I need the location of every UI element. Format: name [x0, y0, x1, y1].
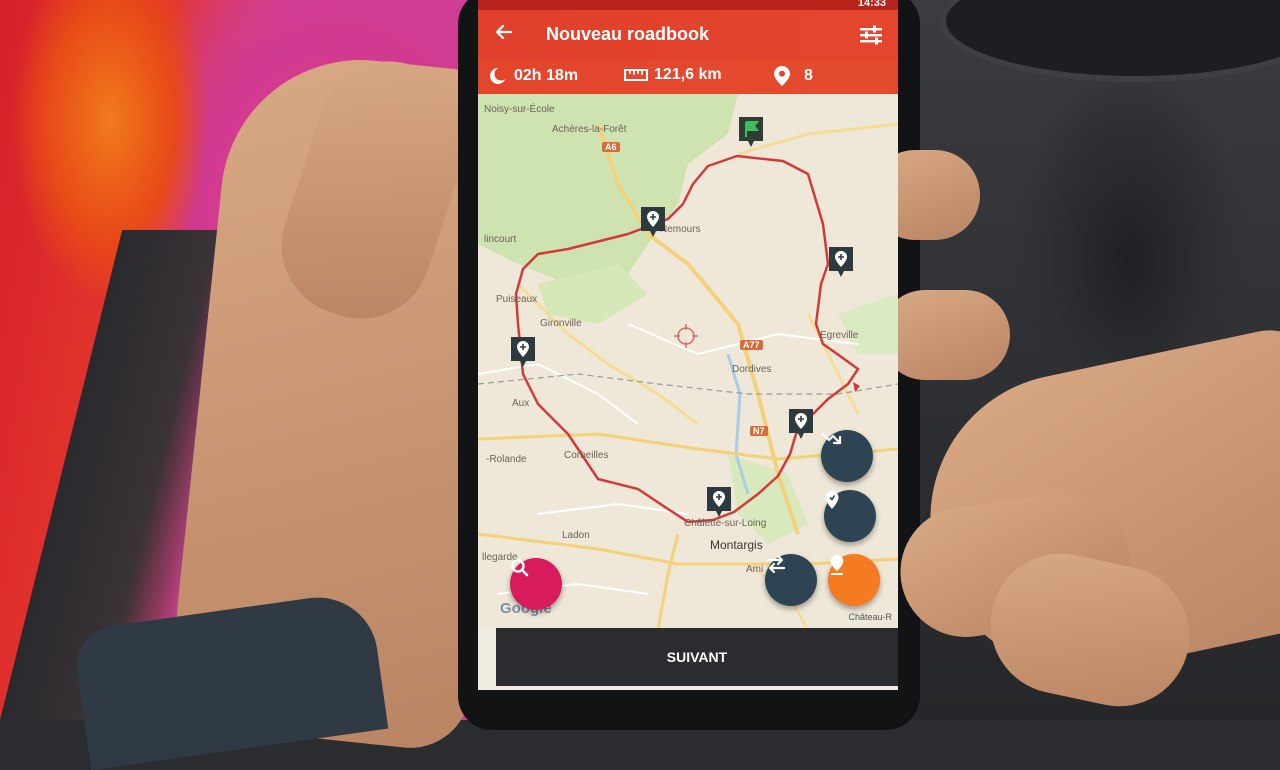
map-label: Ami	[746, 564, 764, 575]
map-canvas	[478, 94, 898, 630]
map-label: Corbeilles	[564, 450, 609, 461]
waypoints-stat: 8	[774, 66, 813, 86]
waypoints-count: 8	[804, 67, 813, 84]
map-label: Ladon	[562, 530, 590, 541]
map-label: Dordives	[732, 364, 772, 375]
map-label: Puiseaux	[496, 294, 538, 305]
map-label: Gironville	[540, 318, 582, 329]
waypoint-pin[interactable]	[828, 246, 854, 278]
next-button-label: SUIVANT	[666, 649, 728, 665]
map-label: Nemours	[660, 224, 701, 235]
road-shield: N7	[750, 426, 768, 436]
duration-stat: 02h 18m	[488, 66, 578, 86]
filter-settings-icon[interactable]	[858, 24, 884, 51]
right-finger-2	[880, 290, 1010, 380]
add-pin-icon	[830, 555, 844, 575]
map-label: lincourt	[484, 234, 517, 245]
status-time: 14:33	[857, 0, 886, 9]
road-shield: A6	[602, 142, 620, 152]
waypoint-pin[interactable]	[510, 336, 536, 368]
map-label: Montargis	[710, 538, 763, 552]
route-arrow-icon	[821, 432, 842, 445]
swap-arrows-icon	[766, 554, 786, 574]
app-bar: Nouveau roadbook	[478, 10, 898, 60]
waypoint-marker-button[interactable]	[824, 490, 876, 542]
back-arrow-icon[interactable]	[494, 22, 518, 46]
map-label: -Rolande	[486, 454, 527, 465]
search-button[interactable]	[510, 558, 562, 610]
map-label: Noisy-sur-École	[484, 104, 555, 115]
map-view[interactable]: Noisy-sur-École Achères-la-Forêt Nemours…	[478, 94, 898, 630]
next-button[interactable]: SUIVANT	[496, 628, 898, 686]
ruler-icon	[624, 69, 648, 81]
map-label: Achères-la-Forêt	[552, 124, 627, 135]
moon-clock-icon	[490, 67, 508, 84]
swap-direction-button[interactable]	[765, 554, 817, 606]
status-bar: 14:33	[478, 0, 898, 10]
add-waypoint-button[interactable]	[828, 554, 880, 606]
distance-value: 121,6 km	[654, 66, 722, 83]
duration-value: 02h 18m	[514, 67, 579, 84]
app-screen: 14:33 Nouveau roadbook 02h 18m 121,6 km	[478, 0, 898, 690]
route-stats-bar: 02h 18m 121,6 km 8	[478, 60, 898, 94]
map-label: Château-R	[848, 612, 892, 622]
page-title: Nouveau roadbook	[546, 24, 710, 44]
start-flag-pin[interactable]	[738, 116, 764, 148]
map-label: Egreville	[820, 330, 859, 341]
map-marker-icon	[825, 491, 839, 509]
waypoint-pin[interactable]	[640, 206, 666, 238]
map-label: Aux	[512, 398, 530, 409]
road-shield: A77	[740, 340, 763, 350]
map-label: Châlette-sur-Loing	[684, 518, 767, 529]
distance-stat: 121,6 km	[624, 66, 722, 84]
map-pin-icon	[774, 66, 790, 86]
route-direction-button[interactable]	[821, 430, 873, 482]
waypoint-pin[interactable]	[706, 486, 732, 518]
waypoint-pin[interactable]	[788, 408, 814, 440]
search-icon	[511, 559, 529, 577]
